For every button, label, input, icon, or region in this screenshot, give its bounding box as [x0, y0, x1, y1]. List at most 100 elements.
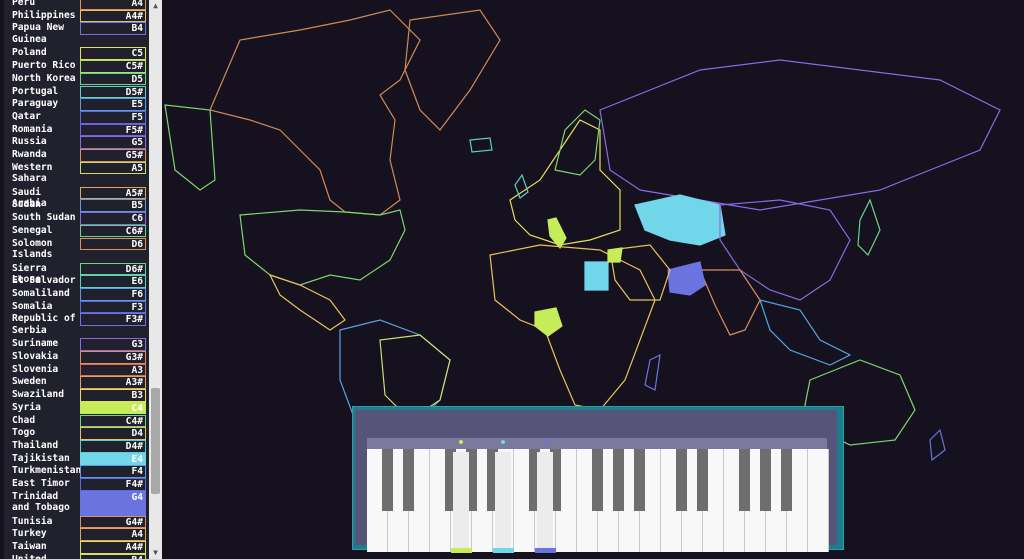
list-item[interactable]: Papua New Guinea B4 [4, 22, 149, 47]
list-item[interactable]: Slovakia G3# [4, 351, 149, 364]
black-key[interactable] [739, 449, 750, 511]
list-item[interactable]: Somalia F3 [4, 300, 149, 314]
piano-top-strip [367, 438, 827, 449]
note-cell: A5 [80, 161, 146, 175]
piano-keyboard[interactable] [367, 449, 829, 552]
note-cell: F3 [80, 300, 146, 314]
list-item[interactable]: Romania F5# [4, 123, 149, 137]
note-cell: D4 [80, 427, 146, 440]
list-item[interactable]: Solomon Islands D6 [4, 237, 149, 263]
china-outline [719, 199, 851, 301]
list-item[interactable]: Saudi Arabia A5# [4, 186, 149, 209]
country-name: Rwanda [12, 149, 47, 160]
country-name: Poland [12, 47, 47, 59]
list-item[interactable]: Turkey A4 [4, 528, 149, 542]
nigeria-fill [534, 307, 563, 337]
active-key-glow [495, 452, 511, 548]
black-key[interactable] [760, 449, 771, 511]
black-key[interactable] [697, 449, 708, 511]
note-cell: A4 [80, 0, 146, 10]
black-key[interactable] [634, 449, 645, 511]
country-name: United [12, 554, 80, 559]
list-item[interactable]: Thailand D4# [4, 439, 149, 453]
list-item[interactable]: Syria C4 [4, 401, 149, 415]
note-cell: A5# [80, 186, 146, 200]
list-item[interactable]: Rwanda G5# [4, 149, 149, 162]
list-item[interactable]: El Salvador E6 [4, 275, 149, 288]
scroll-up-icon[interactable]: ▲ [149, 0, 162, 12]
list-item[interactable]: Senegal C6# [4, 224, 149, 238]
list-item[interactable]: East Timor F4# [4, 478, 149, 491]
black-key[interactable] [676, 449, 687, 511]
list-item[interactable]: Turkmenistan F4 [4, 465, 149, 478]
country-name: East Timor [12, 478, 70, 489]
list-item[interactable]: Russia G5 [4, 136, 149, 149]
list-item[interactable]: Sierra Leone D6# [4, 262, 149, 285]
note-cell: D6 [80, 237, 146, 251]
black-key[interactable] [613, 449, 624, 511]
country-name: Thailand [12, 439, 59, 451]
list-item[interactable]: Peru A4 [4, 0, 149, 10]
note-cell: D5 [80, 72, 146, 86]
list-item[interactable]: Trinidad and Tobago G4 [4, 490, 149, 516]
list-item[interactable]: Poland C5 [4, 47, 149, 61]
note-cell: G3 [80, 338, 146, 351]
note-cell: E6 [80, 275, 146, 288]
country-name: Suriname [12, 338, 59, 350]
list-item[interactable]: UnitedB4 [4, 553, 149, 559]
list-item[interactable]: Tajikistan E4 [4, 452, 149, 466]
list-item[interactable]: Taiwan A4# [4, 541, 149, 554]
black-key[interactable] [382, 449, 393, 511]
list-item[interactable]: Paraguay E5 [4, 98, 149, 111]
note-cell: D4# [80, 439, 146, 453]
list-item[interactable]: Swaziland B3 [4, 389, 149, 402]
country-name: Qatar [12, 110, 41, 122]
scrollbar[interactable]: ▲ ▼ [149, 0, 162, 559]
list-item[interactable]: Togo D4 [4, 427, 149, 440]
white-key[interactable] [808, 449, 829, 552]
list-item[interactable]: Qatar F5 [4, 110, 149, 124]
list-item[interactable]: Slovenia A3 [4, 363, 149, 377]
country-note-list[interactable]: Peru A4 Philippines A4# Papua New Guinea B4 Po… [4, 0, 162, 559]
note-cell: D6# [80, 262, 146, 276]
note-cell: E4 [80, 452, 146, 466]
note-cell: B4 [80, 553, 146, 559]
country-name: Paraguay [12, 98, 59, 110]
list-item[interactable]: Somaliland F6 [4, 287, 149, 301]
scandinavia-outline [554, 109, 601, 176]
country-name: Solomon Islands [12, 237, 53, 261]
scroll-down-icon[interactable]: ▼ [149, 547, 162, 559]
list-item[interactable]: Tunisia G4# [4, 515, 149, 529]
note-cell: A4 [80, 528, 146, 542]
scroll-thumb[interactable] [151, 388, 160, 494]
country-name: Senegal [12, 224, 53, 236]
india-outline [699, 269, 761, 336]
black-key[interactable] [781, 449, 792, 511]
europe-outline [509, 119, 621, 246]
country-name: Somalia [12, 300, 53, 312]
active-key-glow [453, 452, 469, 548]
syria-fill [607, 247, 623, 263]
list-item[interactable]: Republic of Serbia F3# [4, 313, 149, 338]
black-key[interactable] [403, 449, 414, 511]
iceland-outline [469, 137, 493, 153]
note-cell: B4 [80, 22, 146, 36]
country-name: Portugal [12, 85, 59, 97]
country-name: Romania [12, 123, 53, 135]
black-key[interactable] [592, 449, 603, 511]
list-item[interactable]: Suriname G3 [4, 338, 149, 351]
alaska-outline [164, 104, 216, 191]
list-item[interactable]: Chad C4# [4, 414, 149, 428]
list-item[interactable]: Sweden A3# [4, 376, 149, 390]
country-name: Tunisia [12, 515, 53, 527]
list-item[interactable]: Philippines A4# [4, 9, 149, 23]
kazakhstan-fill [634, 194, 726, 246]
list-item[interactable]: Portugal D5# [4, 85, 149, 99]
note-cell: F4 [80, 465, 146, 478]
list-item[interactable]: Western Sahara A5 [4, 161, 149, 187]
list-item[interactable]: Puerto Rico C5# [4, 60, 149, 73]
list-item[interactable]: Sudan B5 [4, 199, 149, 213]
active-note-dot [543, 440, 547, 444]
list-item[interactable]: North Korea D5 [4, 72, 149, 86]
list-item[interactable]: South Sudan C6 [4, 212, 149, 225]
